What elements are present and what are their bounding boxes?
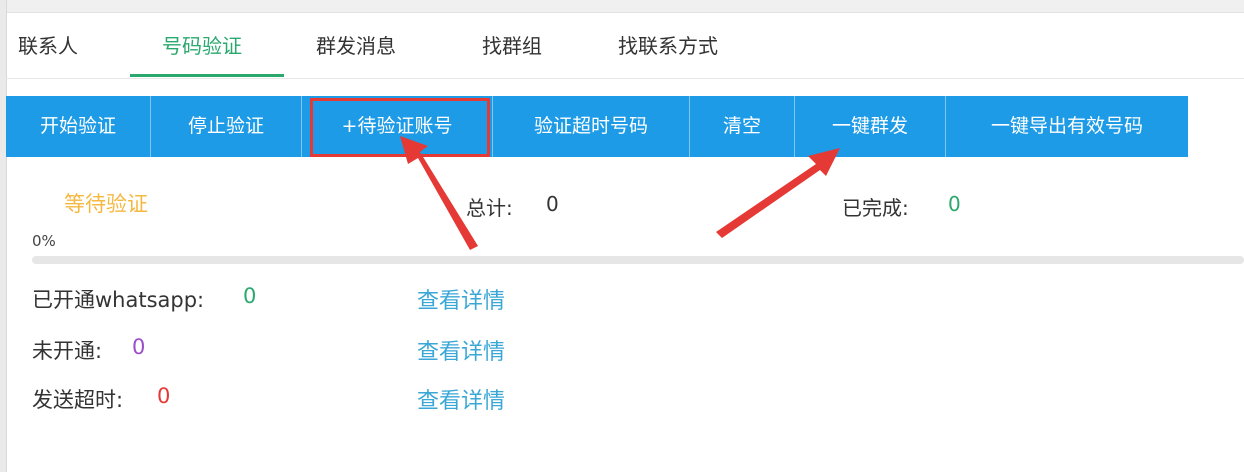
tab-find-groups[interactable]: 找群组 [482, 14, 542, 78]
one-click-broadcast-button[interactable]: 一键群发 [795, 96, 945, 157]
tab-find-contacts[interactable]: 找联系方式 [618, 14, 718, 78]
not-enabled-details-link[interactable]: 查看详情 [417, 334, 505, 366]
whatsapp-enabled-count: 0 [243, 284, 257, 308]
not-enabled-count: 0 [132, 335, 146, 359]
tab-number-verify[interactable]: 号码验证 [162, 14, 242, 78]
stop-verify-button[interactable]: 停止验证 [151, 96, 301, 157]
progress-percent: 0% [32, 232, 56, 250]
total-label: 总计: [466, 196, 513, 220]
tab-contacts[interactable]: 联系人 [18, 14, 78, 78]
clear-button[interactable]: 清空 [690, 96, 794, 157]
done-label: 已完成: [842, 196, 909, 220]
start-verify-button[interactable]: 开始验证 [6, 96, 150, 157]
done-value: 0 [948, 192, 961, 216]
verify-state-text: 等待验证 [64, 192, 148, 216]
whatsapp-enabled-label: 已开通whatsapp: [32, 288, 205, 312]
active-tab-indicator [130, 74, 284, 77]
send-timeout-label: 发送超时: [32, 388, 124, 412]
action-toolbar: 开始验证 停止验证 +待验证账号 验证超时号码 清空 一键群发 一键导出有效号码 [6, 96, 1188, 157]
tab-bar: 联系人 号码验证 群发消息 找群组 找联系方式 [6, 14, 1244, 79]
red-arrow-icon [716, 148, 840, 238]
send-timeout-details-link[interactable]: 查看详情 [417, 383, 505, 415]
send-timeout-count: 0 [157, 384, 171, 408]
highlight-box [310, 98, 490, 157]
window-top-strip [0, 0, 1244, 13]
whatsapp-enabled-details-link[interactable]: 查看详情 [417, 283, 505, 315]
total-value: 0 [546, 192, 559, 216]
verify-timeout-numbers-button[interactable]: 验证超时号码 [493, 96, 689, 157]
export-valid-numbers-button[interactable]: 一键导出有效号码 [946, 96, 1188, 157]
not-enabled-label: 未开通: [32, 339, 103, 363]
tab-broadcast[interactable]: 群发消息 [316, 14, 396, 78]
progress-bar [32, 256, 1244, 264]
